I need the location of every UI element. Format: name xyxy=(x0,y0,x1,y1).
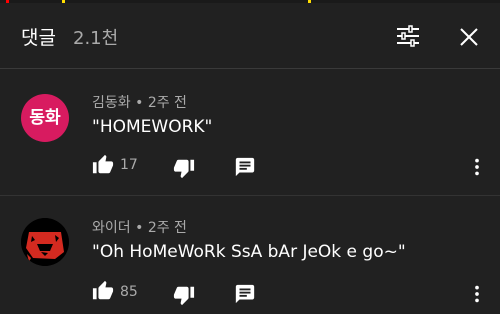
meta-separator: • xyxy=(135,220,148,236)
comment-meta: 김동화 • 2주 전 xyxy=(92,92,187,112)
sort-filter-icon[interactable] xyxy=(395,23,421,49)
comment-meta: 와이더 • 2주 전 xyxy=(92,217,187,237)
meta-separator: • xyxy=(135,95,148,111)
thumb-up-icon[interactable] xyxy=(92,280,114,302)
avatar-text: 동화 xyxy=(29,108,61,128)
avatar[interactable] xyxy=(21,218,69,266)
comment-time: 2주 전 xyxy=(147,95,187,111)
more-vert-icon[interactable] xyxy=(466,283,488,305)
thumb-down-icon[interactable] xyxy=(173,284,195,306)
comments-header: 댓글 2.1천 xyxy=(0,3,500,69)
comment-text: "Oh HoMeWoRk SsA bAr JeOk e go~" xyxy=(92,242,406,262)
comment-author[interactable]: 와이더 xyxy=(92,220,131,236)
reply-comment-icon[interactable] xyxy=(234,283,256,305)
reply-comment-icon[interactable] xyxy=(234,156,256,178)
like-count: 85 xyxy=(120,284,138,300)
more-vert-icon[interactable] xyxy=(466,156,488,178)
thumb-down-icon[interactable] xyxy=(173,157,195,179)
comments-title: 댓글 xyxy=(21,27,56,49)
comment-item: 동화 김동화 • 2주 전 "HOMEWORK" 17 xyxy=(0,70,500,180)
close-icon[interactable] xyxy=(457,25,481,49)
avatar-image xyxy=(21,218,69,266)
comment-item: 와이더 • 2주 전 "Oh HoMeWoRk SsA bAr JeOk e g… xyxy=(0,196,500,306)
comment-text: "HOMEWORK" xyxy=(92,117,213,137)
like-count: 17 xyxy=(120,157,138,173)
thumb-up-icon[interactable] xyxy=(92,154,114,176)
comment-author[interactable]: 김동화 xyxy=(92,95,131,111)
comments-count: 2.1천 xyxy=(73,28,119,49)
comment-time: 2주 전 xyxy=(147,220,187,236)
avatar[interactable]: 동화 xyxy=(21,94,69,142)
